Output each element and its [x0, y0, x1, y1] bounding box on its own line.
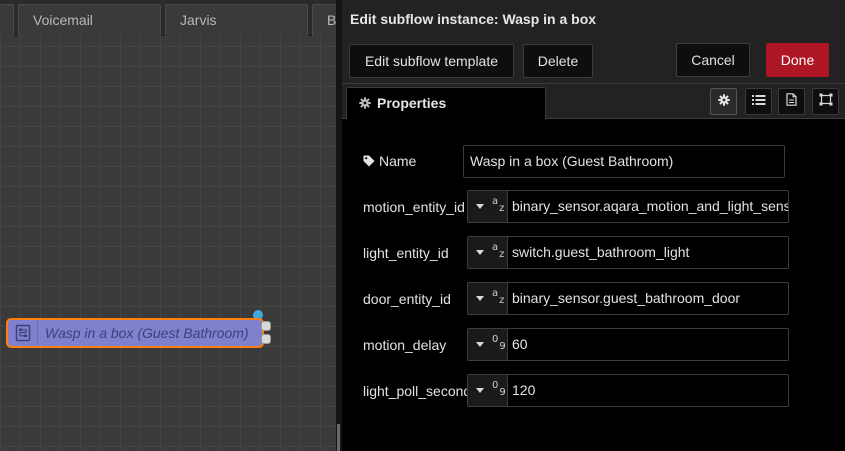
subflow-node[interactable]: Wasp in a box (Guest Bathroom) — [6, 318, 264, 348]
list-icon — [751, 93, 766, 111]
type-select-button[interactable]: 09 — [468, 375, 508, 406]
typed-input-light-entity-id[interactable]: az switch.guest_bathroom_light — [467, 236, 789, 269]
field-label-light-entity-id: light_entity_id — [363, 245, 449, 261]
workspace-tab-partial-left[interactable] — [0, 4, 14, 36]
tray-tabs: Properties — [342, 84, 845, 120]
tab-properties[interactable]: Properties — [346, 87, 546, 120]
name-label: Name — [363, 144, 467, 178]
type-select-button[interactable]: az — [468, 283, 508, 314]
tab-settings[interactable] — [710, 88, 737, 115]
typed-input-value[interactable]: binary_sensor.guest_bathroom_door — [512, 283, 740, 314]
caret-down-icon — [476, 388, 484, 393]
caret-down-icon — [476, 342, 484, 347]
tab-description[interactable] — [778, 88, 805, 115]
edit-subflow-template-button[interactable]: Edit subflow template — [349, 44, 514, 78]
number-type-icon: 09 — [492, 334, 506, 352]
flow-workspace[interactable]: Voicemail Jarvis B Wasp in a box (Guest … — [0, 0, 336, 451]
workspace-tab-jarvis[interactable]: Jarvis — [165, 4, 308, 36]
field-label-motion-entity-id: motion_entity_id — [363, 199, 465, 215]
cancel-button[interactable]: Cancel — [676, 43, 750, 77]
gear-icon — [359, 89, 372, 120]
typed-input-motion-delay[interactable]: 09 60 — [467, 328, 789, 361]
string-type-icon: az — [492, 242, 505, 260]
typed-input-value[interactable]: 120 — [512, 375, 535, 406]
tray-toolbar: Edit subflow template Delete Cancel Done — [342, 38, 845, 84]
splitter-grip[interactable] — [337, 424, 340, 451]
done-button[interactable]: Done — [766, 43, 829, 77]
tray-title: Edit subflow instance: Wasp in a box — [350, 11, 597, 27]
caret-down-icon — [476, 250, 484, 255]
workspace-tab-voicemail[interactable]: Voicemail — [18, 4, 161, 36]
field-label-door-entity-id: door_entity_id — [363, 291, 451, 307]
string-type-icon: az — [492, 288, 505, 306]
caret-down-icon — [476, 296, 484, 301]
tag-icon — [363, 145, 375, 178]
caret-down-icon — [476, 204, 484, 209]
tab-properties-label: Properties — [377, 95, 447, 111]
tab-list[interactable] — [745, 88, 772, 115]
subflow-icon — [8, 320, 38, 346]
typed-input-value[interactable]: binary_sensor.aqara_motion_and_light_sen… — [512, 191, 788, 222]
number-type-icon: 09 — [492, 380, 506, 398]
field-label-light-poll-seconds: light_poll_seconds — [363, 383, 467, 399]
workspace-tab-partial-right[interactable]: B — [312, 4, 336, 36]
tab-appearance[interactable] — [812, 88, 839, 115]
node-output-port-1[interactable] — [261, 321, 271, 331]
typed-input-value[interactable]: switch.guest_bathroom_light — [512, 237, 689, 268]
type-select-button[interactable]: az — [468, 237, 508, 268]
typed-input-motion-entity-id[interactable]: az binary_sensor.aqara_motion_and_light_… — [467, 190, 789, 223]
gear-icon — [717, 93, 730, 111]
string-type-icon: az — [492, 196, 505, 214]
frame-icon — [819, 93, 833, 111]
delete-button[interactable]: Delete — [523, 44, 593, 78]
document-icon — [786, 92, 797, 111]
node-red-editor: Voicemail Jarvis B Wasp in a box (Guest … — [0, 0, 845, 451]
typed-input-value[interactable]: 60 — [512, 329, 528, 360]
name-label-text: Name — [379, 153, 417, 169]
name-input[interactable]: Wasp in a box (Guest Bathroom) — [463, 145, 785, 178]
node-output-port-2[interactable] — [261, 334, 271, 344]
typed-input-light-poll-seconds[interactable]: 09 120 — [467, 374, 789, 407]
type-select-button[interactable]: az — [468, 191, 508, 222]
field-label-motion-delay: motion_delay — [363, 337, 447, 353]
tray-header: Edit subflow instance: Wasp in a box — [342, 0, 845, 38]
type-select-button[interactable]: 09 — [468, 329, 508, 360]
typed-input-door-entity-id[interactable]: az binary_sensor.guest_bathroom_door — [467, 282, 789, 315]
workspace-tab-bar: Voicemail Jarvis B — [0, 0, 336, 36]
edit-tray: Edit subflow instance: Wasp in a box Edi… — [342, 0, 845, 451]
subflow-node-label: Wasp in a box (Guest Bathroom) — [45, 325, 249, 341]
